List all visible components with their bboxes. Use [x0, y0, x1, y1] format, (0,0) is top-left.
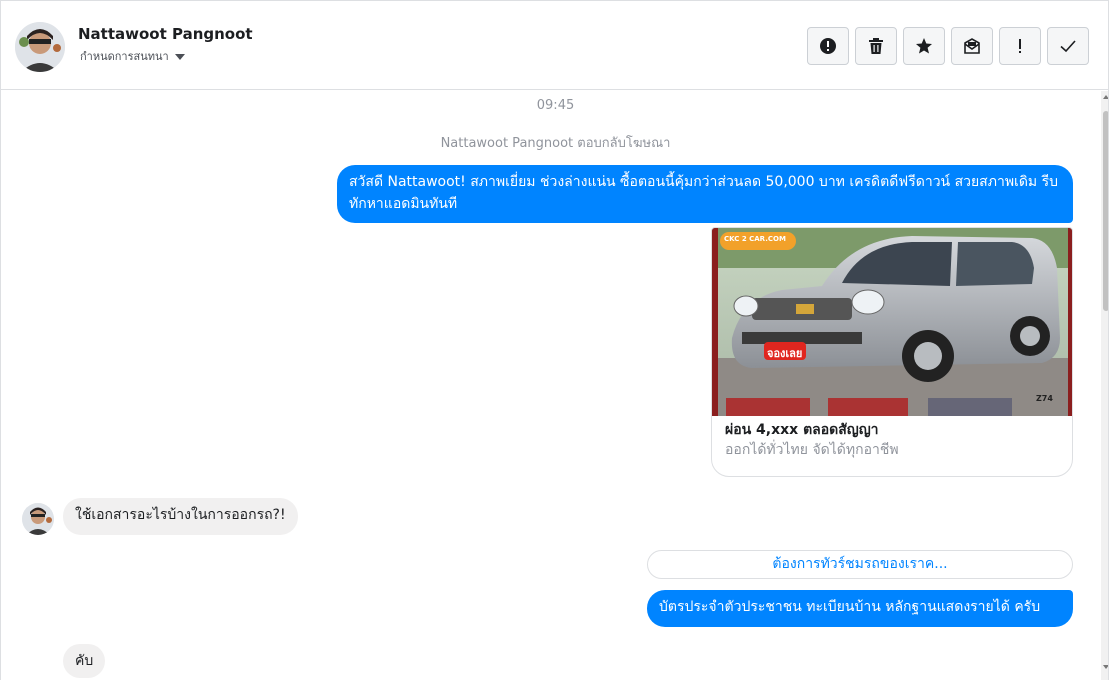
star-icon [916, 38, 932, 54]
outgoing-message: บัตรประจำตัวประชาชน ทะเบียนบ้าน หลักฐานแ… [647, 590, 1073, 627]
checkmark-icon [1060, 40, 1076, 53]
report-button[interactable] [807, 27, 849, 65]
mark-unread-button[interactable] [951, 27, 993, 65]
star-button[interactable] [903, 27, 945, 65]
avatar[interactable] [15, 22, 65, 72]
ad-plate-text: Z74 [1036, 394, 1053, 403]
ad-subtitle: ออกได้ทั่วไทย จัดได้ทุกอาชีพ [725, 442, 899, 458]
contact-name: Nattawoot Pangnoot [78, 25, 253, 43]
ad-badge-text: จองเลย [767, 347, 803, 360]
outgoing-message: สวัสดี Nattawoot! สภาพเยี่ยม ช่วงล่างแน่… [337, 165, 1073, 223]
incoming-message: ใช้เอกสารอะไรบ้างในการออกรถ?! [63, 498, 298, 535]
chevron-down-icon [174, 53, 185, 60]
trash-icon [869, 38, 883, 54]
ad-image: CKC 2 CAR.COM จองเลย Z74 [712, 228, 1072, 416]
ad-card[interactable]: CKC 2 CAR.COM จองเลย Z74 ผ่อน 4,xxx ตลอด… [711, 227, 1073, 477]
ad-title: ผ่อน 4,xxx ตลอดสัญญา [725, 422, 879, 438]
conversation-status-dropdown[interactable]: กำหนดการสนทนา [80, 47, 185, 65]
quick-reply-button[interactable]: ต้องการทัวร์ชมรถของเราค... [647, 550, 1073, 579]
ad-logo-text: CKC 2 CAR.COM [724, 235, 786, 243]
incoming-message: คับ [63, 644, 106, 678]
conversation-header: Nattawoot Pangnoot กำหนดการสนทนา [1, 1, 1108, 90]
delete-button[interactable] [855, 27, 897, 65]
ad-reply-note: Nattawoot Pangnoot ตอบกลับโฆษณา [440, 136, 671, 151]
conversation-panel: Nattawoot Pangnoot กำหนดการสนทนา 09:45 N… [0, 0, 1109, 680]
done-button[interactable] [1047, 27, 1089, 65]
exclamation-circle-icon [820, 38, 836, 54]
conversation-status-label: กำหนดการสนทนา [80, 50, 169, 63]
avatar[interactable] [22, 503, 54, 535]
message-timestamp: 09:45 [536, 98, 575, 113]
mail-unread-icon [964, 38, 980, 54]
scroll-down-arrow-icon[interactable] [1103, 665, 1108, 669]
exclamation-icon [1019, 39, 1021, 53]
header-actions [807, 27, 1089, 65]
important-button[interactable] [999, 27, 1041, 65]
message-scrollbar[interactable] [1101, 91, 1108, 680]
